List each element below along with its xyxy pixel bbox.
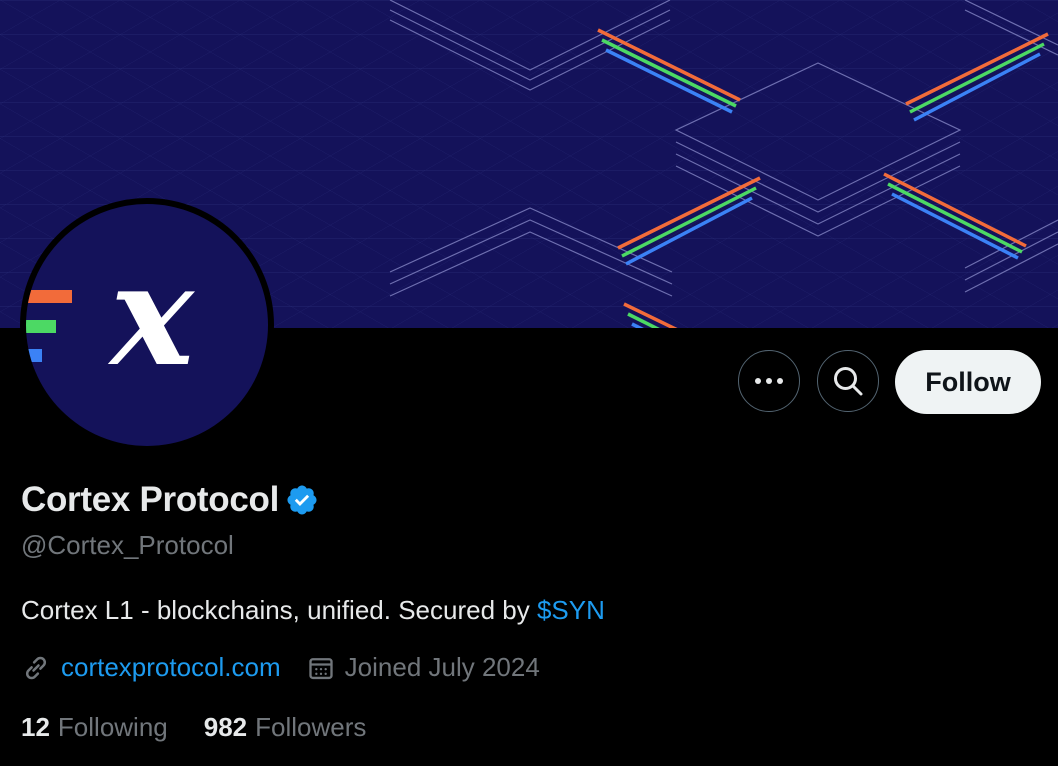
following-link[interactable]: 12 Following [21,712,168,743]
profile-website-link[interactable]: cortexprotocol.com [61,652,281,683]
followers-count: 982 [203,712,248,742]
profile-name: Cortex Protocol [21,480,280,519]
profile-bio: Cortex L1 - blockchains, unified. Secure… [21,595,605,626]
calendar-icon [308,657,333,679]
more-icon [755,378,783,384]
avatar[interactable]: x [20,198,274,452]
followers-link[interactable]: 982 Followers [204,712,367,743]
profile-handle: @Cortex_Protocol [21,530,234,560]
avatar-glyph: x [107,234,195,398]
followers-label: Followers [255,712,367,742]
follow-button[interactable]: Follow [895,350,1041,414]
cortex-logo-icon: x [26,234,195,398]
profile-name-row: Cortex Protocol [21,480,319,520]
bio-cashtag-link[interactable]: $SYN [537,595,605,625]
verified-badge-icon[interactable] [285,483,319,517]
bio-text: Cortex L1 - blockchains, unified. Secure… [21,595,537,625]
link-icon [25,656,47,679]
joined-date: Joined July 2024 [344,652,540,682]
following-label: Following [57,712,168,742]
search-profile-button[interactable] [817,350,879,412]
more-options-button[interactable] [738,350,800,412]
avatar-image: x [26,204,268,446]
following-count: 12 [21,712,50,742]
profile-stats: 12 Following 982 Followers [21,712,366,743]
search-icon [834,367,863,396]
profile-meta: cortexprotocol.com Joined July 2024 [21,652,540,683]
